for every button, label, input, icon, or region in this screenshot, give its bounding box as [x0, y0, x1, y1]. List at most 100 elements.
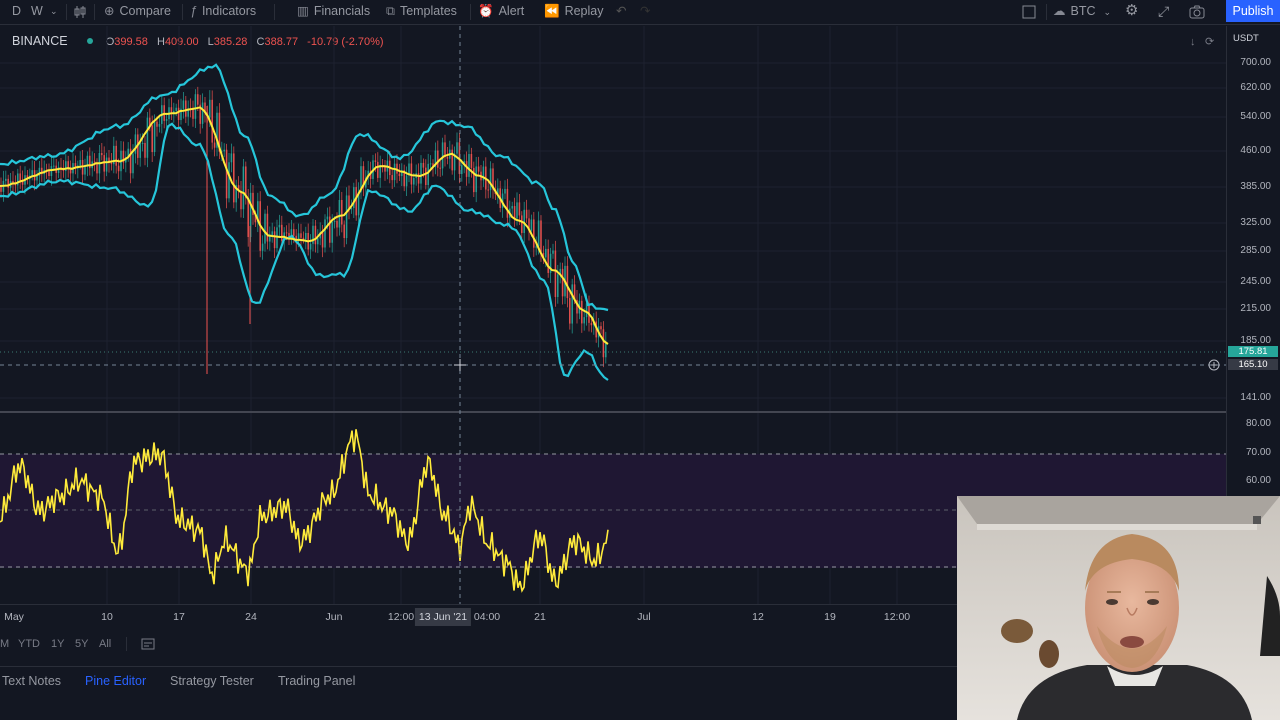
- range-divider: [126, 637, 127, 651]
- tab-strategy-tester[interactable]: Strategy Tester: [170, 674, 254, 688]
- candle-body: [177, 107, 180, 121]
- candle-body: [276, 227, 278, 249]
- redo-icon[interactable]: ↷: [640, 0, 650, 24]
- refresh-icon[interactable]: ⟳: [1205, 36, 1214, 48]
- replay-button[interactable]: ⏪ Replay: [544, 0, 604, 24]
- financials-button[interactable]: ▥ Financials: [297, 0, 370, 24]
- price-tick: 285.00: [1240, 245, 1271, 256]
- candle-body: [545, 248, 547, 258]
- time-tick: 04:00: [473, 611, 501, 623]
- candle-body: [278, 224, 281, 228]
- candle-body: [309, 243, 312, 250]
- toolbar-divider: [470, 4, 471, 20]
- tab-text-notes[interactable]: Text Notes: [2, 674, 61, 688]
- indicators-button[interactable]: ƒ Indicators: [190, 0, 256, 24]
- candle-body: [192, 109, 194, 119]
- candle-body: [530, 219, 533, 231]
- interval-w-button[interactable]: W: [31, 0, 43, 24]
- candle-body: [79, 159, 81, 166]
- price-tick: 185.00: [1240, 335, 1271, 346]
- candle-body: [151, 125, 153, 153]
- layout-square-icon[interactable]: [1022, 0, 1036, 24]
- candle-body: [338, 200, 341, 228]
- date-range-icon[interactable]: [141, 638, 155, 653]
- fullscreen-icon[interactable]: ⤢: [1158, 0, 1169, 24]
- templates-button[interactable]: ⧉ Templates: [386, 0, 457, 24]
- range-1y-button[interactable]: 1Y: [51, 638, 64, 650]
- candle-body: [101, 152, 103, 156]
- candle-body: [321, 232, 324, 248]
- tab-pine-editor[interactable]: Pine Editor: [85, 674, 146, 688]
- candles-icon[interactable]: [73, 0, 87, 24]
- chevron-down-icon: ⌄: [1103, 7, 1112, 17]
- templates-icon: ⧉: [386, 4, 395, 18]
- candle-body: [305, 233, 307, 240]
- candle-body: [475, 166, 477, 193]
- candle-body: [468, 153, 470, 177]
- time-tick: 24: [245, 611, 257, 623]
- candle-body: [525, 209, 528, 219]
- scroll-down-icon[interactable]: ↓: [1190, 36, 1196, 48]
- candle-body: [317, 238, 319, 245]
- time-tick: 17: [173, 611, 185, 623]
- range-ytd-button[interactable]: YTD: [18, 638, 40, 650]
- candle-body: [377, 161, 379, 178]
- gear-icon[interactable]: ⚙: [1125, 0, 1138, 24]
- candle-body: [456, 142, 458, 154]
- candle-body: [516, 202, 518, 219]
- candle-body: [413, 177, 415, 185]
- candle-body: [93, 161, 96, 163]
- candle-body: [583, 317, 585, 324]
- candle-body: [518, 202, 521, 216]
- chevron-down-icon[interactable]: ⌄: [50, 0, 58, 24]
- time-tick: 12: [752, 611, 764, 623]
- candle-body: [117, 165, 120, 172]
- time-tick: 21: [534, 611, 546, 623]
- alert-label: Alert: [498, 4, 525, 18]
- candle-body: [281, 224, 283, 241]
- top-toolbar: D W ⌄ ⊕ Compare ƒ Indicators ▥ Financials ⧉…: [0, 0, 1280, 25]
- candle-body: [523, 209, 525, 234]
- candle-body: [427, 163, 429, 186]
- candle-body: [242, 166, 245, 210]
- publish-button[interactable]: Publish: [1226, 0, 1280, 22]
- candle-body: [561, 268, 564, 297]
- camera-icon[interactable]: [1189, 0, 1205, 24]
- range-5y-button[interactable]: 5Y: [75, 638, 88, 650]
- candle-body: [461, 165, 463, 174]
- candle-body: [557, 274, 559, 298]
- candle-body: [247, 197, 249, 237]
- range-all-button[interactable]: All: [99, 638, 111, 650]
- candle-body: [331, 221, 333, 243]
- candle-body: [341, 200, 343, 225]
- btc-symbol-button[interactable]: ☁ BTC ⌄: [1053, 0, 1111, 24]
- candle-body: [105, 157, 108, 172]
- candle-body: [343, 224, 345, 239]
- compare-button[interactable]: ⊕ Compare: [104, 0, 171, 24]
- candle-body: [223, 149, 225, 152]
- alert-button[interactable]: ⏰ Alert: [478, 0, 524, 24]
- candle-body: [213, 142, 216, 148]
- alarm-clock-icon: ⏰: [478, 4, 494, 18]
- candle-body: [329, 216, 331, 243]
- replay-label: Replay: [564, 4, 604, 18]
- candle-body: [547, 248, 549, 273]
- candle-body: [139, 143, 141, 158]
- candle-body: [302, 237, 305, 240]
- compare-label: Compare: [119, 4, 171, 18]
- cloud-icon: ☁: [1053, 4, 1066, 18]
- price-tick: 245.00: [1240, 276, 1271, 287]
- tab-trading-panel[interactable]: Trading Panel: [278, 674, 355, 688]
- undo-icon[interactable]: ↶: [616, 0, 626, 24]
- btc-symbol-label: BTC: [1070, 4, 1096, 18]
- candle-body: [194, 94, 197, 119]
- range-m-button[interactable]: M: [0, 638, 9, 650]
- rewind-icon: ⏪: [544, 4, 560, 18]
- interval-d-button[interactable]: D: [12, 0, 21, 24]
- candle-body: [571, 284, 573, 324]
- candle-body: [144, 142, 146, 158]
- candle-body: [470, 153, 473, 168]
- candle-body: [336, 220, 338, 228]
- candle-body: [156, 121, 158, 127]
- candle-body: [422, 162, 425, 168]
